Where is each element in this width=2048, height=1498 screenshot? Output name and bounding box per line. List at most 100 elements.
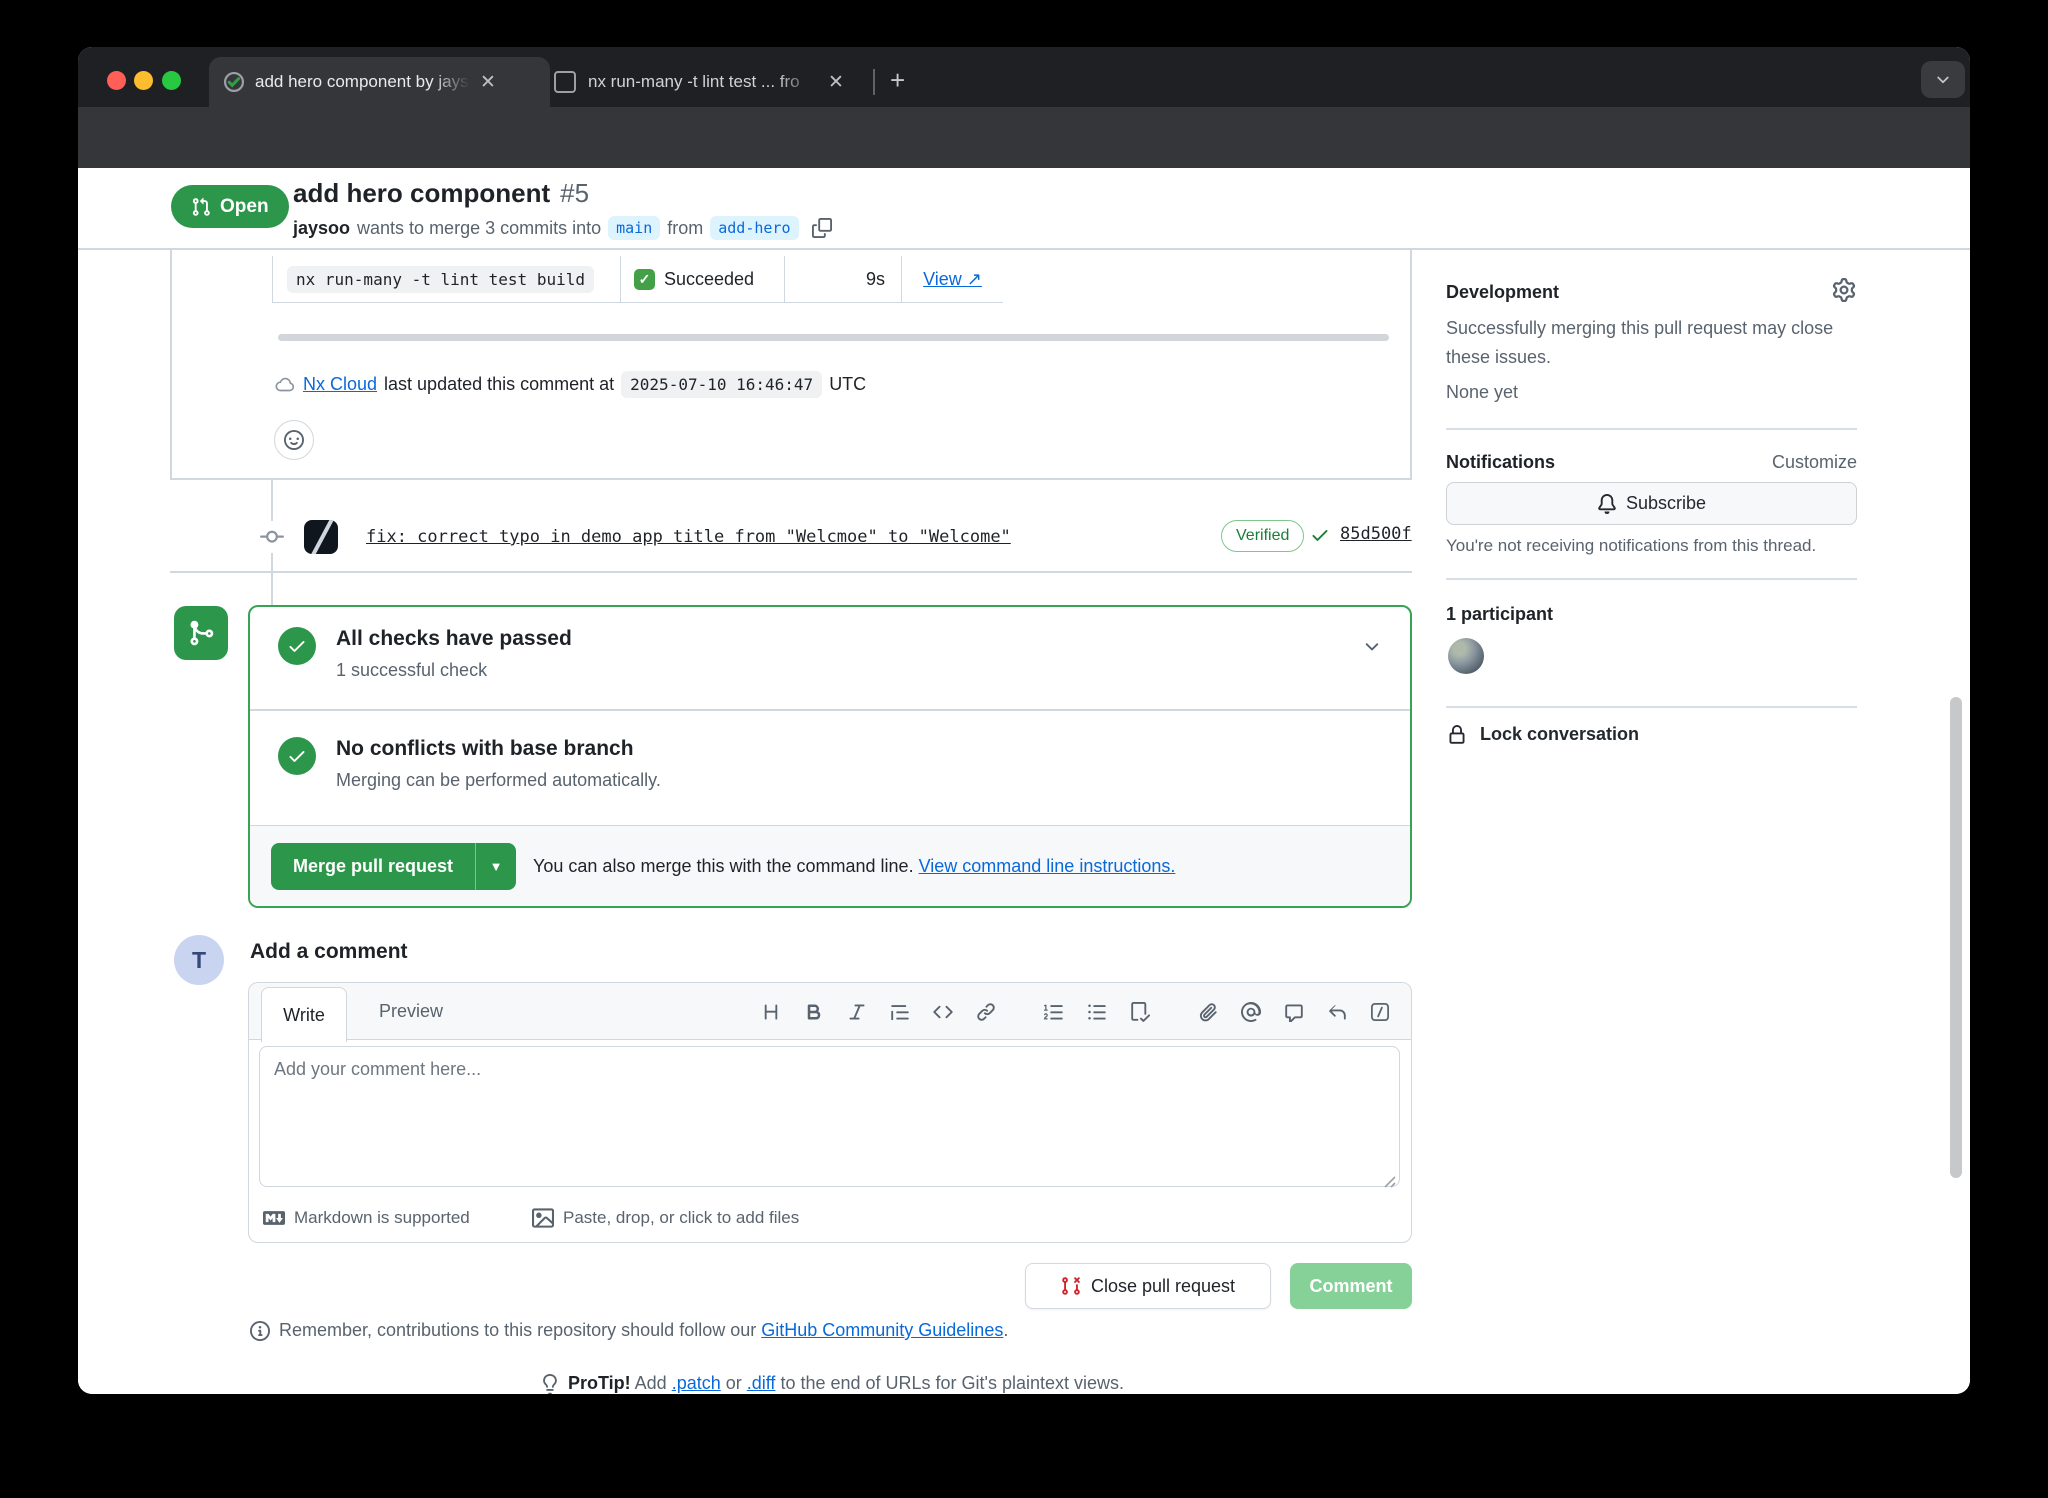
editor-tab-bar: Write Preview: [249, 983, 1411, 1040]
commit-author-avatar[interactable]: [304, 520, 338, 554]
sidebar-divider: [1446, 706, 1857, 708]
protip-text: Add: [631, 1373, 672, 1394]
zoom-window-button[interactable]: [162, 71, 181, 90]
current-user-avatar: T: [174, 935, 224, 985]
cross-reference-icon[interactable]: [1284, 1002, 1304, 1022]
browser-tab-active[interactable]: add hero component by jayso ✕: [209, 57, 550, 107]
chevron-down-icon[interactable]: [1362, 637, 1382, 657]
checks-passed-row[interactable]: All checks have passed 1 successful chec…: [250, 607, 1410, 709]
merge-options-caret[interactable]: ▼: [475, 843, 516, 890]
comment-card-bottom-border: [170, 478, 1412, 480]
comment-editor: Write Preview: [248, 982, 1412, 1243]
merge-status-box: All checks have passed 1 successful chec…: [248, 605, 1412, 908]
browser-window: add hero component by jayso ✕ nx run-man…: [78, 47, 1970, 1394]
copy-icon[interactable]: [812, 218, 832, 238]
link-icon[interactable]: [976, 1002, 996, 1022]
markdown-supported-note[interactable]: Markdown is supported: [263, 1207, 470, 1229]
paperclip-icon[interactable]: [1198, 1002, 1218, 1022]
page-scrollbar[interactable]: [1950, 697, 1962, 1178]
cli-instructions-link[interactable]: View command line instructions.: [919, 856, 1176, 877]
cloud-icon: [274, 374, 296, 396]
check-run-view-link[interactable]: View ↗: [923, 269, 982, 290]
pr-number: #5: [560, 178, 589, 209]
close-pull-request-button[interactable]: Close pull request: [1025, 1263, 1271, 1309]
patch-link[interactable]: .patch: [672, 1373, 721, 1394]
heading-icon[interactable]: [761, 1002, 781, 1022]
comment-card-left-border: [170, 248, 172, 478]
nx-cloud-link[interactable]: Nx Cloud: [303, 374, 377, 395]
nx-cloud-text: last updated this comment at: [384, 374, 614, 395]
success-check-icon: [278, 627, 316, 665]
pr-sticky-header: Open add hero component #5 jaysoo wants …: [78, 168, 1970, 250]
image-icon: [532, 1207, 554, 1229]
comment-card-right-border: [1410, 248, 1412, 478]
reply-icon[interactable]: [1327, 1002, 1347, 1022]
comment-input[interactable]: [259, 1046, 1400, 1187]
check-run-status: Succeeded: [664, 269, 754, 290]
comment-submit-button[interactable]: Comment: [1290, 1263, 1412, 1309]
tab-search-chevron-button[interactable]: [1921, 61, 1965, 98]
unordered-list-icon[interactable]: [1087, 1002, 1107, 1022]
community-guidelines-link[interactable]: GitHub Community Guidelines: [761, 1320, 1003, 1340]
merge-pull-request-button[interactable]: Merge pull request ▼: [271, 843, 516, 890]
close-tab-icon[interactable]: ✕: [480, 73, 496, 92]
ordered-list-icon[interactable]: [1044, 1002, 1064, 1022]
minimize-window-button[interactable]: [134, 71, 153, 90]
git-pull-request-icon: [191, 197, 211, 217]
notifications-note: You're not receiving notifications from …: [1446, 536, 1816, 556]
add-reaction-button[interactable]: [274, 420, 314, 460]
mention-icon[interactable]: [1241, 1002, 1261, 1022]
head-branch-chip[interactable]: add-hero: [710, 216, 798, 240]
notifications-customize-link[interactable]: Customize: [1772, 452, 1857, 473]
merge-sentence-text: wants to merge 3 commits into: [357, 218, 601, 239]
tab-separator: [873, 69, 875, 95]
tab-write[interactable]: Write: [261, 987, 347, 1042]
check-run-name: nx run-many -t lint test build: [287, 266, 594, 293]
contribution-guideline-note: Remember, contributions to this reposito…: [250, 1320, 1008, 1341]
pr-closed-icon: [1061, 1276, 1081, 1296]
document-icon: [554, 71, 576, 93]
checks-title: All checks have passed: [336, 627, 572, 651]
lock-conversation-label: Lock conversation: [1480, 724, 1639, 745]
from-word: from: [667, 218, 703, 239]
pr-author[interactable]: jaysoo: [293, 218, 350, 239]
conflicts-title: No conflicts with base branch: [336, 737, 661, 761]
lock-icon: [1447, 725, 1467, 745]
add-comment-heading: Add a comment: [250, 940, 408, 964]
guideline-text: Remember, contributions to this reposito…: [279, 1320, 761, 1340]
base-branch-chip[interactable]: main: [608, 216, 660, 240]
protip-note: ProTip! Add .patch or .diff to the end o…: [540, 1373, 1124, 1394]
browser-tab-inactive[interactable]: nx run-many -t lint test ... fro ✕: [540, 57, 883, 107]
close-window-button[interactable]: [107, 71, 126, 90]
nx-cloud-utc: UTC: [829, 374, 866, 395]
new-tab-button[interactable]: +: [890, 65, 905, 96]
subscribe-button[interactable]: Subscribe: [1446, 482, 1857, 525]
participant-avatar[interactable]: [1448, 638, 1484, 674]
task-list-icon[interactable]: [1130, 1002, 1150, 1022]
sidebar-development-title: Development: [1446, 282, 1559, 303]
tab-preview[interactable]: Preview: [361, 983, 461, 1040]
smiley-icon: [284, 430, 304, 450]
quote-icon[interactable]: [890, 1002, 910, 1022]
gear-icon[interactable]: [1832, 278, 1856, 302]
pr-state-badge: Open: [171, 185, 289, 228]
italic-icon[interactable]: [847, 1002, 867, 1022]
close-tab-icon[interactable]: ✕: [828, 73, 844, 92]
resize-grip-icon[interactable]: [1383, 1175, 1397, 1189]
success-check-icon: [278, 737, 316, 775]
lock-conversation-button[interactable]: Lock conversation: [1447, 724, 1639, 745]
pr-state-label: Open: [220, 196, 269, 218]
paste-files-note[interactable]: Paste, drop, or click to add files: [532, 1207, 799, 1229]
verified-badge[interactable]: Verified: [1221, 520, 1304, 552]
commit-message-link[interactable]: fix: correct typo in demo app title from…: [366, 527, 1011, 547]
commit-sha-link[interactable]: 85d500f: [1340, 524, 1412, 544]
close-pr-label: Close pull request: [1091, 1276, 1235, 1297]
development-none-yet: None yet: [1446, 382, 1518, 403]
git-commit-icon: [258, 521, 286, 553]
bold-icon[interactable]: [804, 1002, 824, 1022]
code-icon[interactable]: [933, 1002, 953, 1022]
diff-link[interactable]: .diff: [747, 1373, 776, 1394]
github-pr-page: Open add hero component #5 jaysoo wants …: [78, 168, 1970, 1394]
commit-check-icon: [1310, 525, 1330, 545]
slash-command-icon[interactable]: [1370, 1002, 1390, 1022]
